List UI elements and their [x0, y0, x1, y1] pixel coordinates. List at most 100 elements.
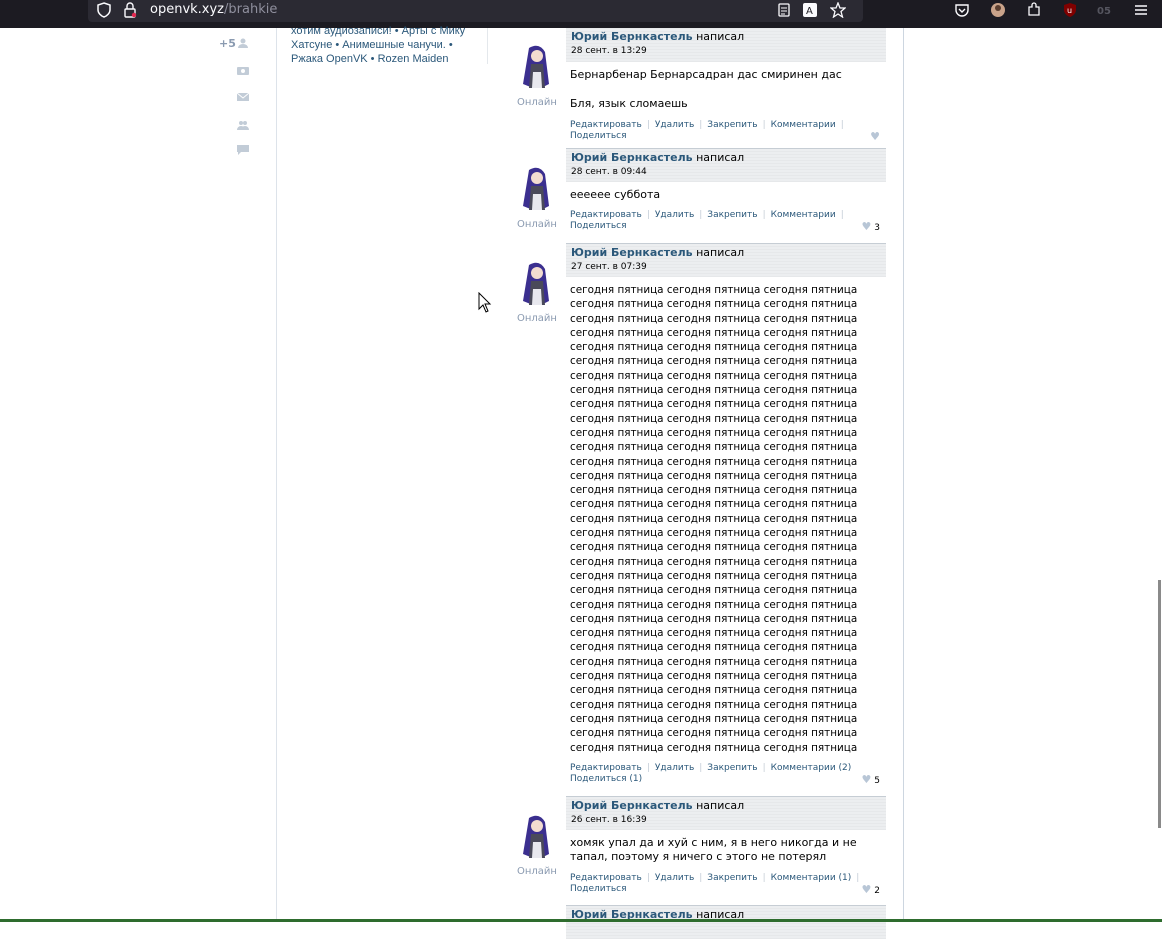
tags-list: хотим аудиозаписи! • Арты с Мику Хатсуне… — [291, 25, 466, 65]
post-verb: написал — [696, 799, 745, 812]
mouse-cursor-icon — [478, 291, 492, 317]
post-date[interactable]: 26 сент. в 16:39 — [571, 815, 881, 825]
heart-icon: ♥ — [861, 220, 872, 234]
lock-icon[interactable] — [122, 2, 138, 18]
like-button[interactable]: ♥ — [870, 131, 880, 144]
like-count: 2 — [874, 885, 880, 896]
pin-link[interactable]: Закрепить — [707, 873, 757, 883]
post-text: сегодня пятница сегодня пятница сегодня … — [570, 284, 858, 754]
camera-icon[interactable] — [237, 65, 249, 75]
online-status: Онлайн — [517, 866, 557, 877]
pin-link[interactable]: Закрепить — [707, 120, 757, 130]
comments-link[interactable]: Комментарии — [771, 120, 836, 130]
post-verb: написал — [696, 246, 745, 259]
like-button[interactable]: ♥ 3 — [862, 221, 880, 234]
post-actions: Редактировать | Удалить | Закрепить | Коммента… — [570, 119, 880, 144]
url-bar[interactable]: openvk.xyz/brahkie A — [88, 0, 863, 22]
extensions-icon[interactable] — [1026, 2, 1042, 18]
share-link[interactable]: Поделиться (1) — [570, 774, 642, 784]
ublock-icon[interactable]: u — [1062, 2, 1078, 18]
post-actions: Редактировать | Удалить | Закрепить | Коммента… — [570, 763, 880, 787]
heart-icon: ♥ — [861, 773, 872, 786]
author-avatar[interactable] — [517, 261, 555, 305]
wall-post: Юрий Бернкастель написал 28 сент. в 13:2… — [566, 28, 886, 142]
tag-link[interactable]: Анимешные чанучи. — [342, 39, 446, 51]
translate-icon[interactable]: A — [802, 2, 818, 18]
post-verb: написал — [696, 151, 745, 164]
post-date[interactable]: 28 сент. в 13:29 — [571, 46, 881, 56]
comments-link[interactable]: Комментарии — [771, 210, 836, 220]
menu-icon[interactable] — [1133, 2, 1149, 18]
tag-link[interactable]: Хатсуне — [291, 39, 332, 51]
post-date[interactable]: 28 сент. в 09:44 — [571, 167, 881, 177]
group-icon[interactable] — [237, 120, 249, 130]
post-author[interactable]: Юрий Бернкастель — [571, 799, 693, 812]
url-text[interactable]: openvk.xyz/brahkie — [150, 2, 277, 17]
url-domain: openvk.xyz — [150, 2, 225, 17]
bookmark-star-icon[interactable] — [829, 1, 847, 19]
wall-post: Юрий Бернкастель написал 28 сент. в 09:4… — [566, 148, 886, 234]
edit-link[interactable]: Редактировать — [570, 763, 642, 773]
post-verb: написал — [696, 30, 745, 43]
online-status: Онлайн — [517, 97, 557, 108]
friends-count[interactable]: +5 — [219, 37, 236, 50]
post-header: Юрий Бернкастель написал 27 сент. в 07:3… — [566, 243, 886, 277]
extension-icon[interactable]: 05 — [1096, 2, 1112, 18]
user-icon[interactable] — [237, 38, 249, 48]
author-avatar[interactable] — [517, 814, 555, 858]
post-text: ееееее суббота — [570, 188, 661, 201]
wall-post: Юрий Бернкастель написал 26 сент. в 16:3… — [566, 796, 886, 897]
svg-text:u: u — [1067, 6, 1072, 15]
chat-bubble-icon[interactable] — [237, 145, 249, 155]
post-author[interactable]: Юрий Бернкастель — [571, 30, 693, 43]
delete-link[interactable]: Удалить — [655, 873, 694, 883]
tag-link[interactable]: Арты с Мику — [402, 25, 466, 37]
post-author[interactable]: Юрий Бернкастель — [571, 151, 693, 164]
tag-link[interactable]: Ржака OpenVK — [291, 53, 368, 65]
svg-text:A: A — [806, 6, 813, 17]
url-path: /brahkie — [224, 2, 278, 17]
post-text: Бернарбенар Бернарсадран дас смиринен да… — [570, 68, 842, 110]
post-header: Юрий Бернкастель написал — [566, 905, 886, 939]
shield-icon[interactable] — [96, 2, 112, 18]
post-author[interactable]: Юрий Бернкастель — [571, 246, 693, 259]
comments-link[interactable]: Комментарии (2) — [771, 763, 852, 773]
delete-link[interactable]: Удалить — [655, 763, 694, 773]
svg-text:05: 05 — [1097, 6, 1111, 17]
mail-icon[interactable] — [236, 92, 250, 102]
heart-icon: ♥ — [870, 129, 880, 143]
tag-link[interactable]: хотим аудиозаписи! — [291, 25, 392, 37]
online-status: Онлайн — [517, 313, 557, 324]
online-status: Онлайн — [517, 219, 557, 230]
edit-link[interactable]: Редактировать — [570, 120, 642, 130]
profile-avatar-icon[interactable] — [990, 2, 1006, 18]
author-avatar[interactable] — [517, 166, 555, 210]
comments-link[interactable]: Комментарии (1) — [771, 873, 852, 883]
page-scrollbar[interactable] — [1158, 580, 1161, 828]
like-button[interactable]: ♥ 5 — [862, 774, 880, 787]
wall-post: Юрий Бернкастель написал 27 сент. в 07:3… — [566, 243, 886, 787]
left-column — [0, 28, 277, 922]
reader-view-icon[interactable] — [776, 2, 792, 18]
edit-link[interactable]: Редактировать — [570, 873, 642, 883]
edit-link[interactable]: Редактировать — [570, 210, 642, 220]
share-link[interactable]: Поделиться — [570, 131, 627, 141]
delete-link[interactable]: Удалить — [655, 210, 694, 220]
post-actions: Редактировать | Удалить | Закрепить | Коммента… — [570, 872, 880, 897]
pin-link[interactable]: Закрепить — [707, 210, 757, 220]
like-count: 5 — [874, 776, 880, 786]
pocket-icon[interactable] — [954, 2, 970, 18]
share-link[interactable]: Поделиться — [570, 221, 627, 231]
like-count: 3 — [874, 223, 880, 234]
author-avatar[interactable] — [517, 44, 555, 88]
wall-post: Юрий Бернкастель написал — [566, 905, 886, 939]
post-header: Юрий Бернкастель написал 26 сент. в 16:3… — [566, 796, 886, 830]
like-button[interactable]: ♥ 2 — [862, 884, 880, 897]
post-date[interactable]: 27 сент. в 07:39 — [571, 262, 881, 272]
share-link[interactable]: Поделиться — [570, 884, 627, 894]
post-header: Юрий Бернкастель написал 28 сент. в 13:2… — [566, 28, 886, 62]
pin-link[interactable]: Закрепить — [707, 763, 757, 773]
tag-link[interactable]: Rozen Maiden — [378, 53, 449, 65]
delete-link[interactable]: Удалить — [655, 120, 694, 130]
post-actions: Редактировать | Удалить | Закрепить | Коммента… — [570, 210, 880, 234]
